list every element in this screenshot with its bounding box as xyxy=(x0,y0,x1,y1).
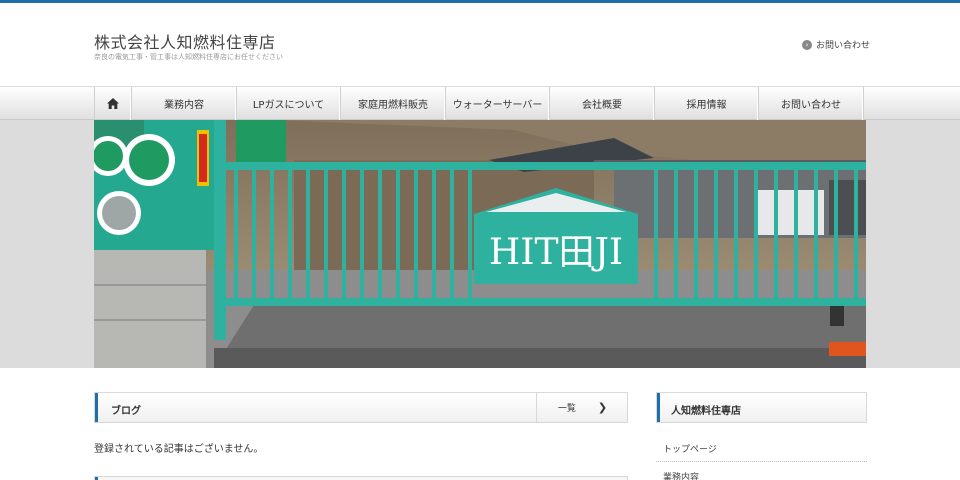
nav-item-lpgas[interactable]: LPガスについて xyxy=(237,87,341,120)
site-header: 株式会社人知燃料住専店 奈良の電気工事・管工事は人知燃料住専店にお任せください … xyxy=(0,3,960,87)
gate-sign-text: HIT田JI xyxy=(489,232,623,273)
sidebar-panel-header: 人知燃料住専店 xyxy=(656,392,867,423)
blog-accent-bar xyxy=(95,393,98,422)
blog-more-button[interactable]: 一覧 ❯ xyxy=(536,393,628,422)
nav-item-recruit[interactable]: 採用情報 xyxy=(655,87,759,120)
global-nav-bar: 業務内容 LPガスについて 家庭用燃料販売 ウォーターサーバー 会社概要 採用情… xyxy=(0,86,960,120)
header-contact-link[interactable]: › お問い合わせ xyxy=(802,38,870,51)
chevron-right-icon: ❯ xyxy=(597,401,608,414)
hero-image: HIT田JI xyxy=(94,120,866,368)
nav-home[interactable] xyxy=(95,87,132,120)
site-description: 奈良の電気工事・管工事は人知燃料住専店にお任せください xyxy=(94,53,283,61)
global-nav: 業務内容 LPガスについて 家庭用燃料販売 ウォーターサーバー 会社概要 採用情… xyxy=(94,87,864,120)
sidebar-accent-bar xyxy=(657,393,660,422)
sidebar-title: 人知燃料住専店 xyxy=(671,406,741,417)
blog-empty-message: 登録されている記事はございません。 xyxy=(94,444,264,455)
blog-more-label: 一覧 xyxy=(557,404,576,414)
second-panel-header xyxy=(94,476,628,480)
nav-item-water-server[interactable]: ウォーターサーバー xyxy=(446,87,550,120)
nav-item-company[interactable]: 会社概要 xyxy=(550,87,655,120)
blog-title: ブログ xyxy=(111,406,141,417)
arrow-circle-icon: › xyxy=(802,39,812,50)
nav-item-services[interactable]: 業務内容 xyxy=(132,87,237,120)
home-icon xyxy=(107,98,119,109)
sidebar-divider xyxy=(656,461,867,462)
blog-panel-header: ブログ 一覧 ❯ xyxy=(94,392,628,423)
header-contact-label: お問い合わせ xyxy=(816,41,871,51)
gate-photo: HIT田JI xyxy=(94,120,866,368)
site-title[interactable]: 株式会社人知燃料住専店 xyxy=(94,29,276,53)
sidebar-link-top[interactable]: トップページ xyxy=(663,442,717,455)
nav-item-household-fuel[interactable]: 家庭用燃料販売 xyxy=(341,87,446,120)
sidebar-link-services[interactable]: 業務内容 xyxy=(663,470,699,480)
nav-item-contact[interactable]: お問い合わせ xyxy=(759,87,864,120)
